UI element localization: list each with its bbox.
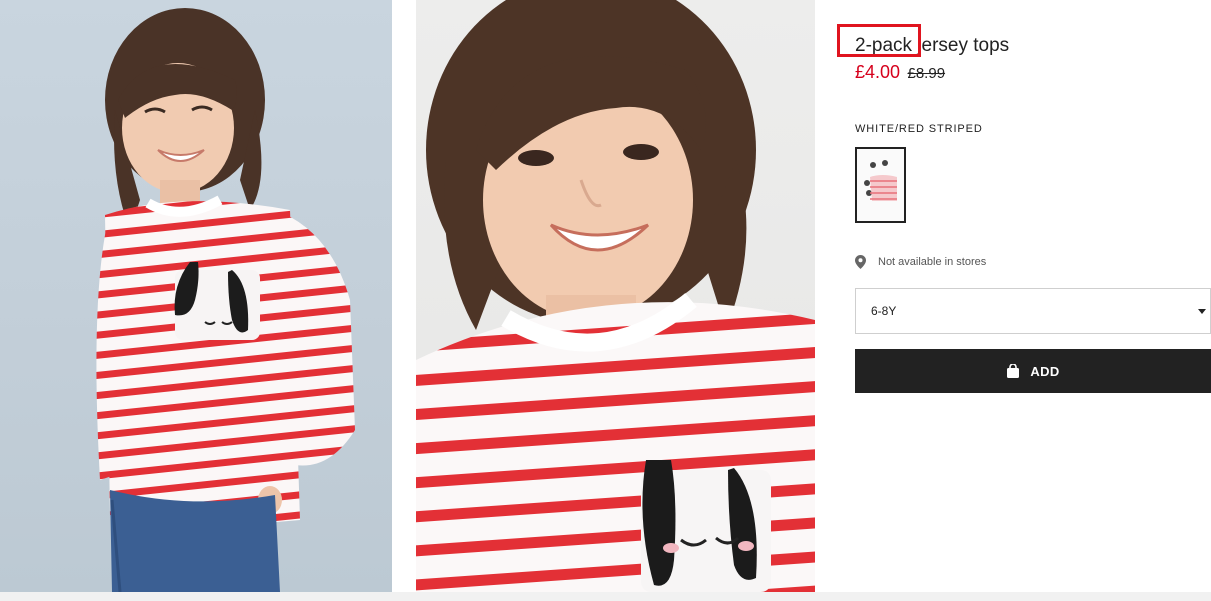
chevron-down-icon — [1198, 309, 1206, 314]
color-label: WHITE/RED STRIPED — [855, 123, 983, 135]
color-swatch-white-red-striped[interactable] — [855, 147, 906, 223]
price-row: £4.00 £8.99 — [855, 62, 945, 83]
product-page: 2-pack jersey tops £4.00 £8.99 WHITE/RED… — [0, 0, 1211, 601]
store-availability: Not available in stores — [855, 255, 986, 269]
size-selected-value: 6-8Y — [871, 304, 897, 318]
price-current: £4.00 — [855, 62, 901, 82]
product-photo-full[interactable] — [0, 0, 392, 592]
swatch-thumbnail — [857, 149, 904, 221]
annotation-highlight-box — [837, 24, 921, 57]
location-pin-icon — [855, 255, 866, 269]
product-photo-closeup[interactable] — [416, 0, 815, 592]
add-button-label: ADD — [1030, 363, 1060, 379]
page-divider — [0, 592, 1211, 601]
closeup-illustration — [416, 0, 815, 592]
price-original: £8.99 — [907, 65, 946, 82]
add-to-bag-button[interactable]: ADD — [855, 349, 1211, 393]
size-select[interactable]: 6-8Y — [855, 288, 1211, 334]
model-illustration — [96, 8, 355, 592]
shopping-bag-icon — [1007, 364, 1020, 378]
availability-text: Not available in stores — [878, 256, 987, 268]
